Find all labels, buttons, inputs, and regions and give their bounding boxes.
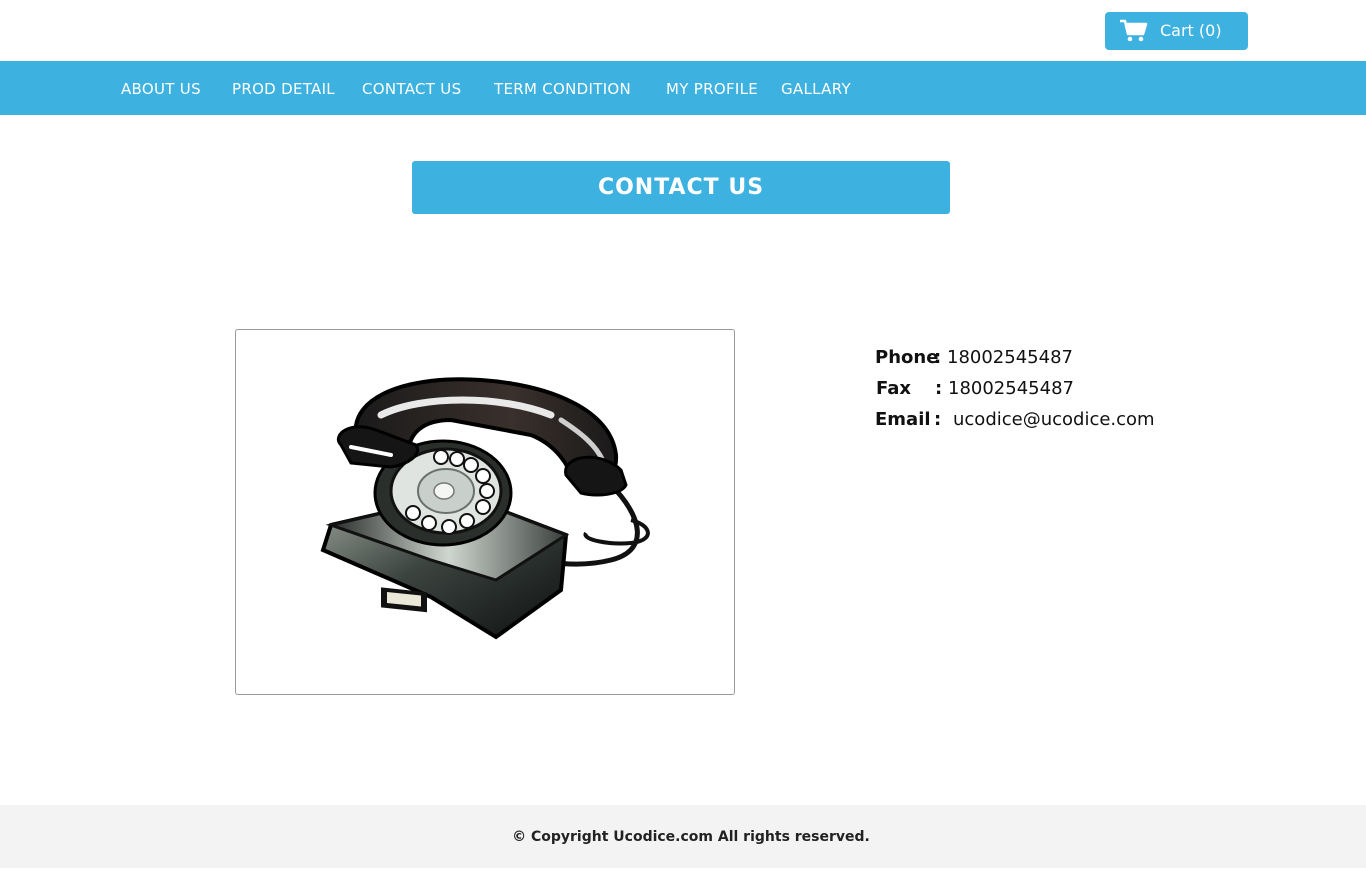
main-nav: ABOUT US PROD DETAIL CONTACT US TERM CON… <box>0 61 1366 115</box>
nav-item-prod-detail[interactable]: PROD DETAIL <box>232 80 335 98</box>
top-bar: Cart (0) <box>0 0 1366 61</box>
nav-item-term-condition[interactable]: TERM CONDITION <box>494 80 631 98</box>
fax-colon: : <box>935 378 943 399</box>
fax-value: 18002545487 <box>948 378 1074 399</box>
nav-item-my-profile[interactable]: MY PROFILE <box>666 80 758 98</box>
nav-item-gallary[interactable]: GALLARY <box>781 80 851 98</box>
page-title-banner: CONTACT US <box>412 161 950 214</box>
phone-value: 18002545487 <box>947 347 1073 368</box>
cart-button[interactable]: Cart (0) <box>1105 12 1248 50</box>
cart-label: Cart (0) <box>1160 21 1222 40</box>
copyright-text: © Copyright Ucodice.com All rights reser… <box>512 828 870 845</box>
phone-label: Phone <box>875 347 939 368</box>
footer: © Copyright Ucodice.com All rights reser… <box>0 805 1366 868</box>
shopping-cart-icon <box>1120 19 1148 42</box>
nav-item-about-us[interactable]: ABOUT US <box>121 80 201 98</box>
email-value[interactable]: ucodice@ucodice.com <box>953 409 1155 430</box>
contact-image-frame <box>235 329 735 695</box>
fax-label: Fax <box>876 378 911 399</box>
email-label: Email <box>875 409 931 430</box>
email-colon: : <box>934 409 942 430</box>
nav-item-contact-us[interactable]: CONTACT US <box>362 80 461 98</box>
phone-colon: : <box>934 347 942 368</box>
rotary-telephone-icon <box>320 377 650 640</box>
page-title: CONTACT US <box>597 175 765 200</box>
